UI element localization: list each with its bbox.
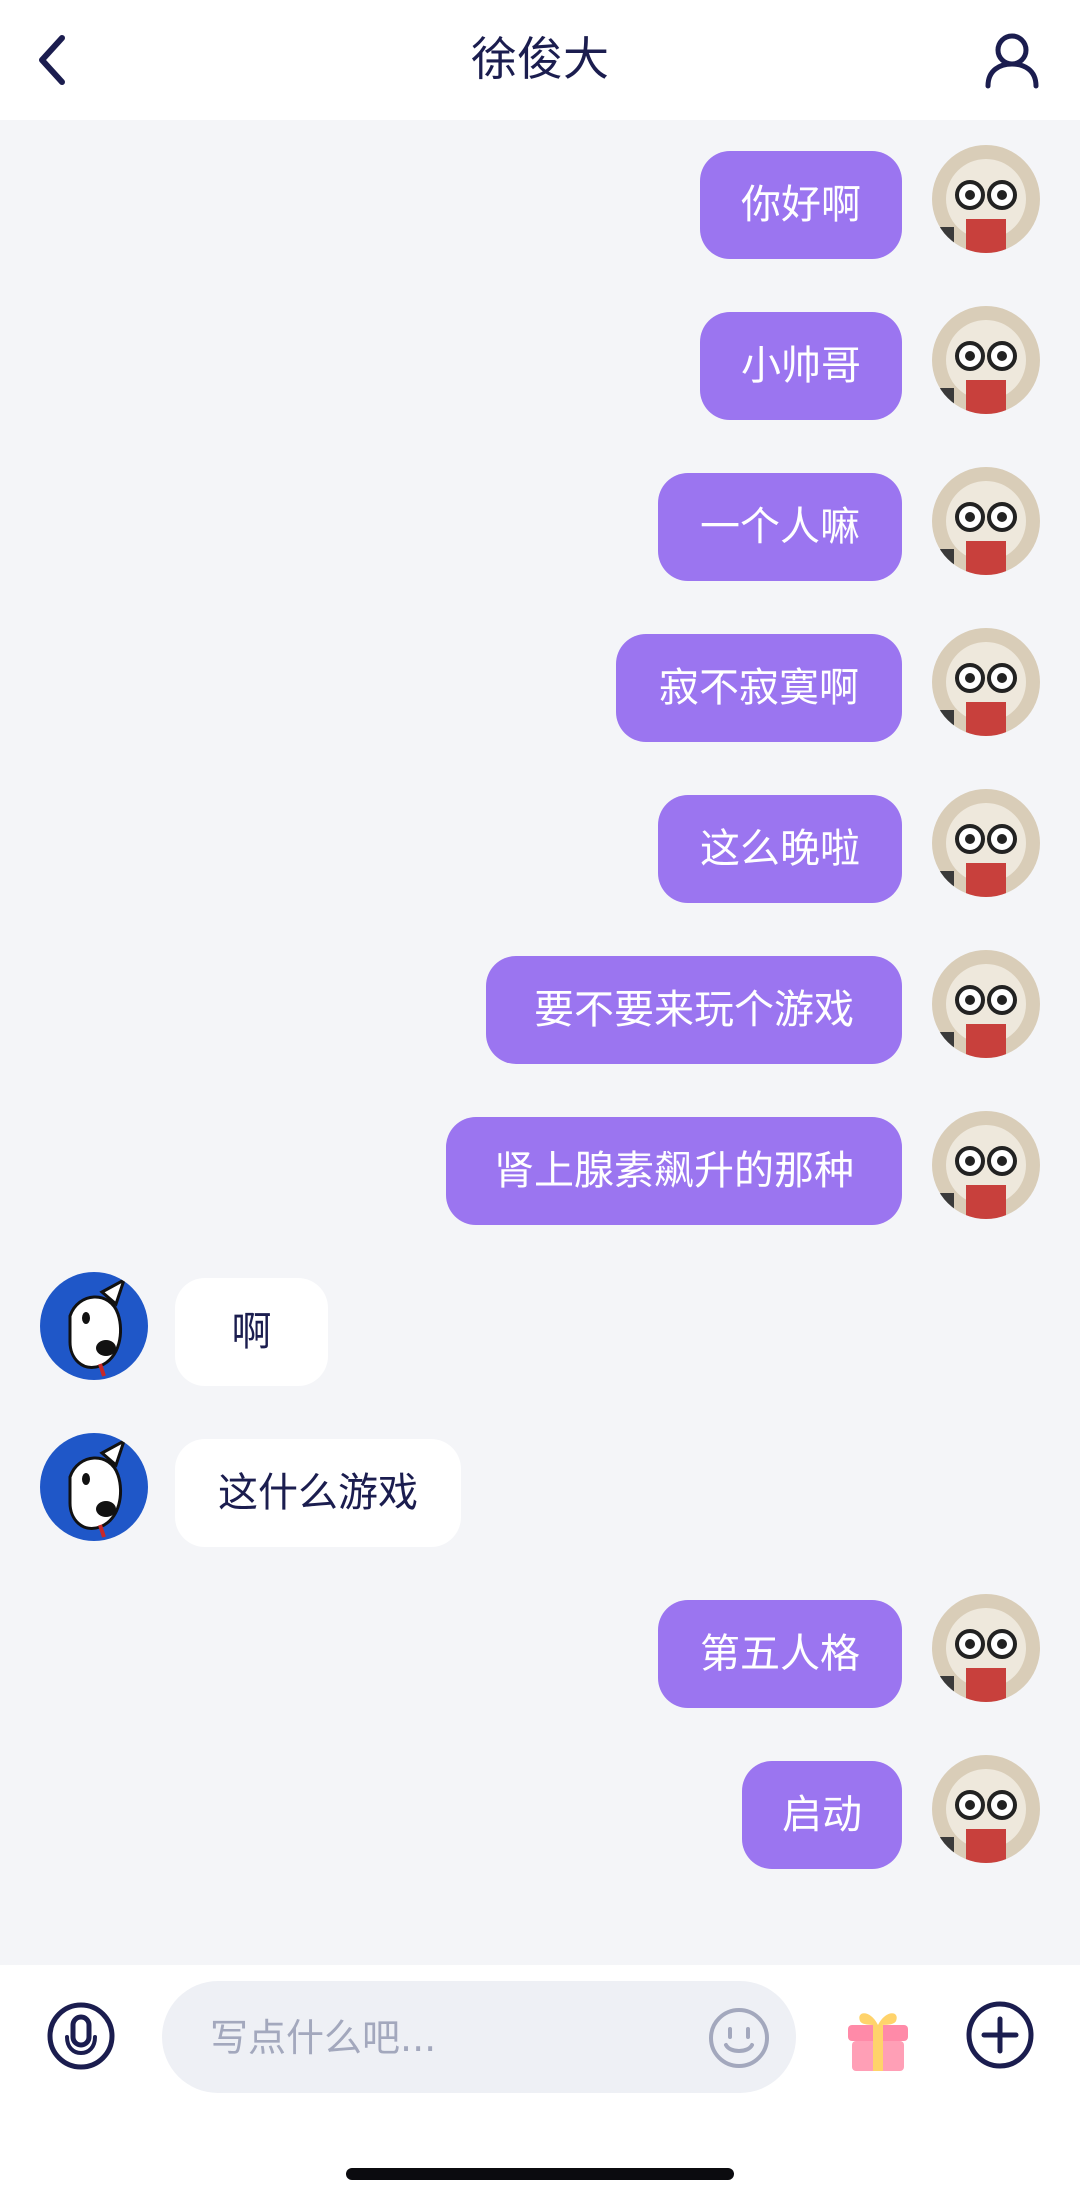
message-bubble[interactable]: 第五人格 (658, 1600, 902, 1708)
message-list[interactable]: 你好啊 小帅哥 一个人嘛 寂不寂寞啊 这么晚啦 要不要来玩个游戏 肾上腺素飙升的… (0, 120, 1080, 1965)
avatar-image (932, 1755, 1040, 1863)
my-avatar[interactable] (932, 145, 1040, 253)
outgoing-message: 小帅哥 (0, 306, 1080, 422)
message-bubble[interactable]: 启动 (742, 1761, 902, 1869)
my-avatar[interactable] (932, 1594, 1040, 1702)
profile-button[interactable] (982, 30, 1042, 90)
my-avatar[interactable] (932, 628, 1040, 736)
message-bubble[interactable]: 你好啊 (700, 151, 902, 259)
gift-icon (848, 2013, 908, 2071)
chat-header: 徐俊大 (0, 0, 1080, 120)
outgoing-message: 寂不寂寞啊 (0, 628, 1080, 744)
avatar-image (932, 306, 1040, 414)
avatar-image (932, 789, 1040, 897)
incoming-message: 这什么游戏 (0, 1433, 1080, 1549)
message-bubble[interactable]: 这什么游戏 (175, 1439, 461, 1547)
microphone-icon (47, 2002, 115, 2070)
outgoing-message: 第五人格 (0, 1594, 1080, 1710)
avatar-image (40, 1433, 148, 1541)
my-avatar[interactable] (932, 789, 1040, 897)
emoji-button[interactable] (708, 2007, 770, 2069)
outgoing-message: 这么晚啦 (0, 789, 1080, 905)
plus-circle-icon (966, 2001, 1034, 2069)
incoming-message: 啊 (0, 1272, 1080, 1388)
composer-bar (0, 1965, 1080, 2203)
message-input[interactable] (208, 1981, 682, 2095)
my-avatar[interactable] (932, 306, 1040, 414)
message-bubble[interactable]: 一个人嘛 (658, 473, 902, 581)
more-button[interactable] (964, 1999, 1036, 2071)
message-input-box[interactable] (162, 1981, 796, 2095)
smiley-icon (709, 2008, 769, 2068)
avatar-image (932, 950, 1040, 1058)
outgoing-message: 你好啊 (0, 145, 1080, 261)
avatar-image (932, 145, 1040, 253)
home-indicator (346, 2168, 734, 2180)
message-bubble[interactable]: 寂不寂寞啊 (616, 634, 902, 742)
outgoing-message: 要不要来玩个游戏 (0, 950, 1080, 1066)
avatar-image (932, 628, 1040, 736)
message-bubble[interactable]: 这么晚啦 (658, 795, 902, 903)
avatar-image (40, 1272, 148, 1380)
message-bubble[interactable]: 小帅哥 (700, 312, 902, 420)
avatar-image (932, 1111, 1040, 1219)
avatar-image (932, 1594, 1040, 1702)
my-avatar[interactable] (932, 950, 1040, 1058)
message-bubble[interactable]: 肾上腺素飙升的那种 (446, 1117, 902, 1225)
user-icon (985, 33, 1039, 89)
page-title: 徐俊大 (471, 32, 609, 86)
outgoing-message: 肾上腺素飙升的那种 (0, 1111, 1080, 1227)
gift-button[interactable] (840, 1999, 916, 2075)
outgoing-message: 启动 (0, 1755, 1080, 1871)
message-bubble[interactable]: 啊 (175, 1278, 328, 1386)
my-avatar[interactable] (932, 1755, 1040, 1863)
my-avatar[interactable] (932, 1111, 1040, 1219)
message-bubble[interactable]: 要不要来玩个游戏 (486, 956, 902, 1064)
voice-button[interactable] (46, 2001, 116, 2071)
avatar-image (932, 467, 1040, 575)
my-avatar[interactable] (932, 467, 1040, 575)
contact-avatar[interactable] (40, 1433, 148, 1541)
outgoing-message: 一个人嘛 (0, 467, 1080, 583)
contact-avatar[interactable] (40, 1272, 148, 1380)
